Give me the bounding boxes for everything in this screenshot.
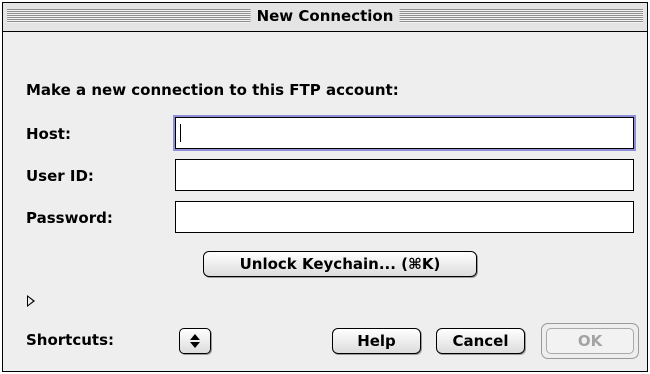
window-title: New Connection <box>250 7 400 25</box>
disclosure-triangle-icon[interactable] <box>27 295 35 307</box>
down-arrow-icon <box>190 342 200 348</box>
connection-prompt: Make a new connection to this FTP accoun… <box>26 81 399 99</box>
new-connection-dialog: New Connection Make a new connection to … <box>2 2 648 372</box>
user-id-field[interactable] <box>175 159 634 191</box>
host-input[interactable] <box>176 118 633 148</box>
user-id-label: User ID: <box>26 167 94 185</box>
password-field[interactable] <box>175 201 634 233</box>
help-button[interactable]: Help <box>332 328 421 354</box>
host-label: Host: <box>26 125 71 143</box>
ok-button[interactable]: OK <box>541 323 639 359</box>
password-label: Password: <box>26 209 113 227</box>
up-arrow-icon <box>190 334 200 340</box>
host-field[interactable] <box>175 117 634 149</box>
shortcuts-label: Shortcuts: <box>26 331 115 349</box>
unlock-keychain-button[interactable]: Unlock Keychain... (⌘K) <box>203 251 477 277</box>
password-input[interactable] <box>176 202 633 232</box>
user-id-input[interactable] <box>176 160 633 190</box>
cancel-button[interactable]: Cancel <box>436 328 525 354</box>
ok-button-label: OK <box>546 328 634 354</box>
shortcuts-popup[interactable] <box>179 328 211 354</box>
text-caret <box>180 124 181 142</box>
title-bar[interactable]: New Connection <box>3 3 647 32</box>
